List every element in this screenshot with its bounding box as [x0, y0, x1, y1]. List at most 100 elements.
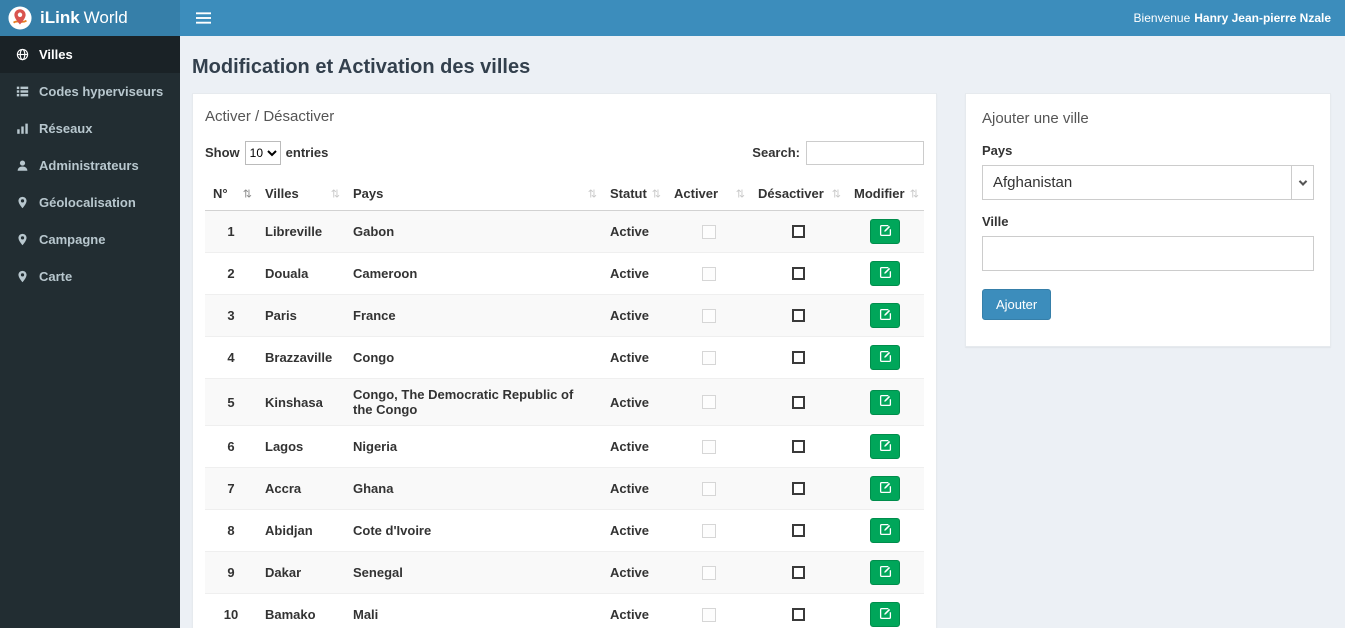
activer-checkbox — [701, 224, 716, 239]
edit-button[interactable] — [870, 389, 900, 415]
add-city-button[interactable]: Ajouter — [982, 289, 1052, 320]
cell-statut: Active — [602, 593, 666, 628]
activer-checkbox — [701, 395, 716, 409]
menu-toggle-icon[interactable] — [180, 0, 227, 36]
cell-desactiver — [750, 336, 846, 379]
welcome-user-name: Hanry Jean-pierre Nzale — [1194, 11, 1331, 25]
table-row: 6 Lagos Nigeria Active — [205, 425, 924, 468]
cell-statut: Active — [602, 294, 666, 337]
cell-modifier — [846, 252, 924, 295]
cell-pays: Mali — [345, 593, 602, 628]
sort-icon: ⇅ — [587, 188, 597, 200]
column-header-modifier[interactable]: Modifier ⇅ — [846, 177, 924, 211]
sidebar-item-reseaux[interactable]: Réseaux — [0, 110, 180, 147]
column-label: Modifier — [854, 186, 905, 201]
table-row: 8 Abidjan Cote d'Ivoire Active — [205, 509, 924, 552]
cell-num: 9 — [205, 551, 257, 594]
sort-icon: ⇅ — [242, 188, 252, 200]
activer-checkbox — [701, 439, 716, 454]
desactiver-checkbox[interactable] — [792, 267, 805, 280]
sidebar-item-label: Villes — [39, 47, 73, 62]
country-select[interactable]: Afghanistan — [982, 165, 1314, 200]
edit-button[interactable] — [870, 303, 900, 328]
cell-modifier — [846, 294, 924, 337]
activer-checkbox — [701, 565, 716, 580]
desactiver-checkbox[interactable] — [792, 395, 805, 409]
desactiver-checkbox[interactable] — [792, 524, 805, 537]
cell-num: 3 — [205, 294, 257, 337]
desactiver-checkbox[interactable] — [792, 225, 805, 238]
list-icon — [15, 85, 30, 98]
page-length-select[interactable]: 10 — [244, 141, 281, 165]
sidebar-item-geolocalisation[interactable]: Géolocalisation — [0, 184, 180, 221]
column-header-n[interactable]: N° ⇅ — [205, 177, 257, 211]
cell-pays: Congo, The Democratic Republic of the Co… — [345, 378, 602, 426]
edit-button[interactable] — [870, 345, 900, 370]
activer-checkbox — [701, 523, 716, 538]
map-marker-icon — [15, 270, 30, 283]
city-input[interactable] — [982, 236, 1314, 271]
cell-desactiver — [750, 252, 846, 295]
sidebar-item-carte[interactable]: Carte — [0, 258, 180, 295]
column-header-desactiver[interactable]: Désactiver ⇅ — [750, 177, 846, 211]
desactiver-checkbox[interactable] — [792, 309, 805, 322]
desactiver-checkbox[interactable] — [792, 440, 805, 453]
cell-modifier — [846, 551, 924, 594]
cell-activer — [666, 252, 750, 295]
search-label: Search: — [752, 145, 800, 160]
cell-ville: Abidjan — [257, 509, 345, 552]
table-panel-title: Activer / Désactiver — [205, 108, 335, 125]
sidebar-item-codes-hyperviseurs[interactable]: Codes hyperviseurs — [0, 73, 180, 110]
cell-modifier — [846, 467, 924, 510]
welcome-prefix: Bienvenue — [1133, 11, 1191, 25]
column-header-activer[interactable]: Activer ⇅ — [666, 177, 750, 211]
table-row: 9 Dakar Senegal Active — [205, 551, 924, 594]
column-header-statut[interactable]: Statut ⇅ — [602, 177, 666, 211]
cell-ville: Kinshasa — [257, 378, 345, 426]
sidebar-item-campagne[interactable]: Campagne — [0, 221, 180, 258]
sort-icon: ⇅ — [831, 188, 841, 200]
sidebar-item-label: Campagne — [39, 232, 106, 247]
search-input[interactable] — [806, 141, 924, 165]
desactiver-checkbox[interactable] — [792, 608, 805, 621]
edit-button[interactable] — [870, 602, 900, 627]
column-header-villes[interactable]: Villes ⇅ — [257, 177, 345, 211]
edit-button[interactable] — [870, 476, 900, 501]
desactiver-checkbox[interactable] — [792, 482, 805, 495]
edit-icon — [879, 607, 892, 623]
map-marker-icon — [15, 196, 30, 209]
cell-num: 8 — [205, 509, 257, 552]
cell-num: 6 — [205, 425, 257, 468]
map-marker-icon — [15, 233, 30, 246]
app-logo — [8, 6, 32, 30]
cell-ville: Lagos — [257, 425, 345, 468]
edit-button[interactable] — [870, 518, 900, 543]
brand-light: World — [83, 8, 128, 27]
sidebar-item-villes[interactable]: Villes — [0, 36, 180, 73]
sidebar-item-administrateurs[interactable]: Administrateurs — [0, 147, 180, 184]
edit-icon — [879, 266, 892, 282]
edit-button[interactable] — [870, 560, 900, 585]
cell-pays: Cote d'Ivoire — [345, 509, 602, 552]
column-label: N° — [213, 186, 228, 201]
cell-ville: Accra — [257, 467, 345, 510]
column-header-pays[interactable]: Pays ⇅ — [345, 177, 602, 211]
column-label: Villes — [265, 186, 299, 201]
column-label: Activer — [674, 186, 719, 201]
country-label: Pays — [982, 143, 1013, 158]
table-header-row: N° ⇅ Villes ⇅ Pays ⇅ Statut ⇅ Activer ⇅ Désactiver… — [205, 177, 924, 211]
desactiver-checkbox[interactable] — [792, 566, 805, 579]
edit-button[interactable] — [870, 261, 900, 286]
cell-desactiver — [750, 425, 846, 468]
edit-icon — [879, 523, 892, 539]
edit-button[interactable] — [870, 434, 900, 459]
city-label: Ville — [982, 214, 1009, 229]
edit-button[interactable] — [870, 219, 900, 244]
activer-checkbox — [701, 481, 716, 496]
brand[interactable]: iLink World — [0, 0, 180, 36]
cell-activer — [666, 425, 750, 468]
cell-modifier — [846, 425, 924, 468]
desactiver-checkbox[interactable] — [792, 351, 805, 364]
cell-statut: Active — [602, 425, 666, 468]
cell-pays: Senegal — [345, 551, 602, 594]
